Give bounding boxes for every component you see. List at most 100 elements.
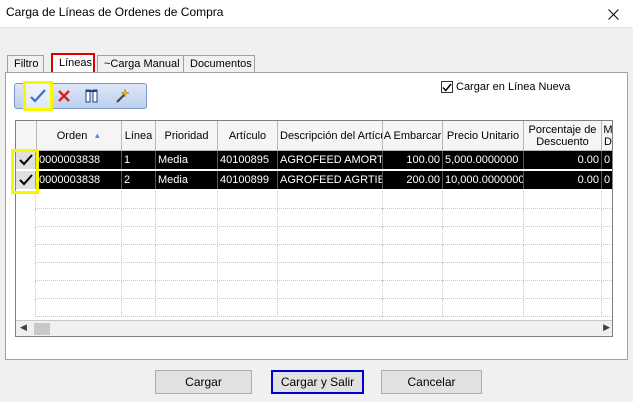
empty-cell	[37, 227, 122, 245]
tab-lineas[interactable]: Líneas	[51, 53, 95, 73]
cell-prioridad: Media	[156, 171, 218, 189]
empty-cell	[122, 191, 156, 209]
column-header-extra[interactable]: M D	[602, 121, 612, 151]
row-selector	[16, 263, 36, 281]
row-selector	[16, 281, 36, 299]
empty-cell	[524, 281, 602, 299]
empty-cell	[156, 209, 218, 227]
empty-cell	[383, 245, 443, 263]
empty-row	[16, 263, 612, 281]
empty-cell	[37, 263, 122, 281]
cell-descripcion: AGROFEED AMORTIGUA	[278, 151, 383, 169]
empty-cell	[218, 191, 278, 209]
cell-a-embarcar: 200.00	[383, 171, 443, 189]
tab-documentos[interactable]: Documentos	[183, 55, 255, 73]
empty-cell	[383, 263, 443, 281]
table-row[interactable]: 0000003838 2 Media 40100899 AGROFEED AGR…	[16, 171, 612, 189]
empty-cell	[278, 263, 383, 281]
empty-cell	[37, 281, 122, 299]
empty-cell	[156, 191, 218, 209]
check-icon	[30, 89, 46, 103]
delete-button[interactable]	[51, 84, 77, 108]
empty-cell	[443, 299, 524, 317]
empty-row	[16, 227, 612, 245]
load-new-line-checkbox[interactable]	[441, 81, 453, 93]
cell-orden: 0000003838	[37, 171, 122, 189]
load-new-line-option[interactable]: Cargar en Línea Nueva	[441, 81, 570, 93]
empty-cell	[218, 209, 278, 227]
table-row[interactable]: 0000003838 1 Media 40100895 AGROFEED AMO…	[16, 151, 612, 169]
empty-cell	[122, 263, 156, 281]
tab-carga-manual[interactable]: ~Carga Manual	[97, 55, 187, 73]
cell-prioridad: Media	[156, 151, 218, 169]
empty-cell	[37, 209, 122, 227]
cell-linea: 1	[122, 151, 156, 169]
empty-cell	[156, 263, 218, 281]
column-header-prioridad[interactable]: Prioridad	[156, 121, 218, 151]
tab-filtro[interactable]: Filtro	[7, 55, 44, 73]
cell-descripcion: AGROFEED AGRTIB	[278, 171, 383, 189]
empty-cell	[218, 263, 278, 281]
scroll-left-icon[interactable]: ◀	[20, 322, 27, 333]
empty-cell	[443, 281, 524, 299]
cell-extra: 0	[602, 171, 612, 189]
column-header-precio-unitario[interactable]: Precio Unitario	[443, 121, 524, 151]
empty-cell	[443, 245, 524, 263]
empty-cell	[383, 299, 443, 317]
empty-cell	[278, 209, 383, 227]
empty-cell	[37, 191, 122, 209]
row-check-highlight	[11, 149, 39, 194]
empty-cell	[156, 299, 218, 317]
cell-extra: 0	[602, 151, 612, 169]
empty-cell	[443, 227, 524, 245]
empty-cell	[218, 281, 278, 299]
cell-linea: 2	[122, 171, 156, 189]
empty-cell	[156, 281, 218, 299]
horizontal-scrollbar[interactable]: ◀ ▶	[16, 320, 612, 336]
empty-row	[16, 281, 612, 299]
empty-cell	[524, 299, 602, 317]
column-header-a-embarcar[interactable]: A Embarcar	[383, 121, 443, 151]
grid-header: Orden ▲ Línea Prioridad Artículo Descripc…	[16, 121, 612, 151]
empty-row	[16, 191, 612, 209]
column-header-linea[interactable]: Línea	[122, 121, 156, 151]
empty-cell	[122, 245, 156, 263]
close-button[interactable]	[593, 0, 633, 28]
empty-cell	[218, 227, 278, 245]
scrollbar-thumb[interactable]	[34, 323, 50, 335]
load-button[interactable]: Cargar	[155, 370, 252, 394]
cancel-button[interactable]: Cancelar	[381, 370, 482, 394]
window-title: Carga de Líneas de Ordenes de Compra	[6, 5, 224, 19]
magic-wand-icon	[116, 88, 130, 103]
cell-orden: 0000003838	[37, 151, 122, 169]
column-header-orden[interactable]: Orden ▲	[37, 121, 122, 151]
cell-descuento: 0.00	[524, 171, 602, 189]
row-selector	[16, 227, 36, 245]
empty-cell	[37, 245, 122, 263]
column-header-descuento[interactable]: Porcentaje de Descuento	[524, 121, 602, 151]
check-button[interactable]	[23, 81, 53, 111]
empty-cell	[218, 245, 278, 263]
columns-button[interactable]	[79, 84, 105, 108]
empty-cell	[443, 191, 524, 209]
empty-cell	[524, 191, 602, 209]
row-selector	[16, 245, 36, 263]
empty-cell	[383, 209, 443, 227]
row-selector-header	[16, 121, 37, 151]
empty-cell	[383, 281, 443, 299]
column-header-articulo[interactable]: Artículo	[218, 121, 278, 151]
cell-descuento: 0.00	[524, 151, 602, 169]
cell-precio-unitario: 5,000.0000000	[443, 151, 524, 169]
column-header-descripcion[interactable]: Descripción del Artículo	[278, 121, 383, 151]
empty-cell	[443, 263, 524, 281]
empty-cell	[278, 191, 383, 209]
checkmark-icon	[442, 83, 452, 92]
cell-a-embarcar: 100.00	[383, 151, 443, 169]
empty-cell	[122, 299, 156, 317]
load-and-exit-button[interactable]: Cargar y Salir	[271, 370, 364, 394]
magic-wand-button[interactable]	[109, 84, 135, 108]
empty-cell	[524, 227, 602, 245]
scroll-right-icon[interactable]: ▶	[603, 322, 610, 333]
empty-cell	[156, 227, 218, 245]
empty-cell	[122, 209, 156, 227]
